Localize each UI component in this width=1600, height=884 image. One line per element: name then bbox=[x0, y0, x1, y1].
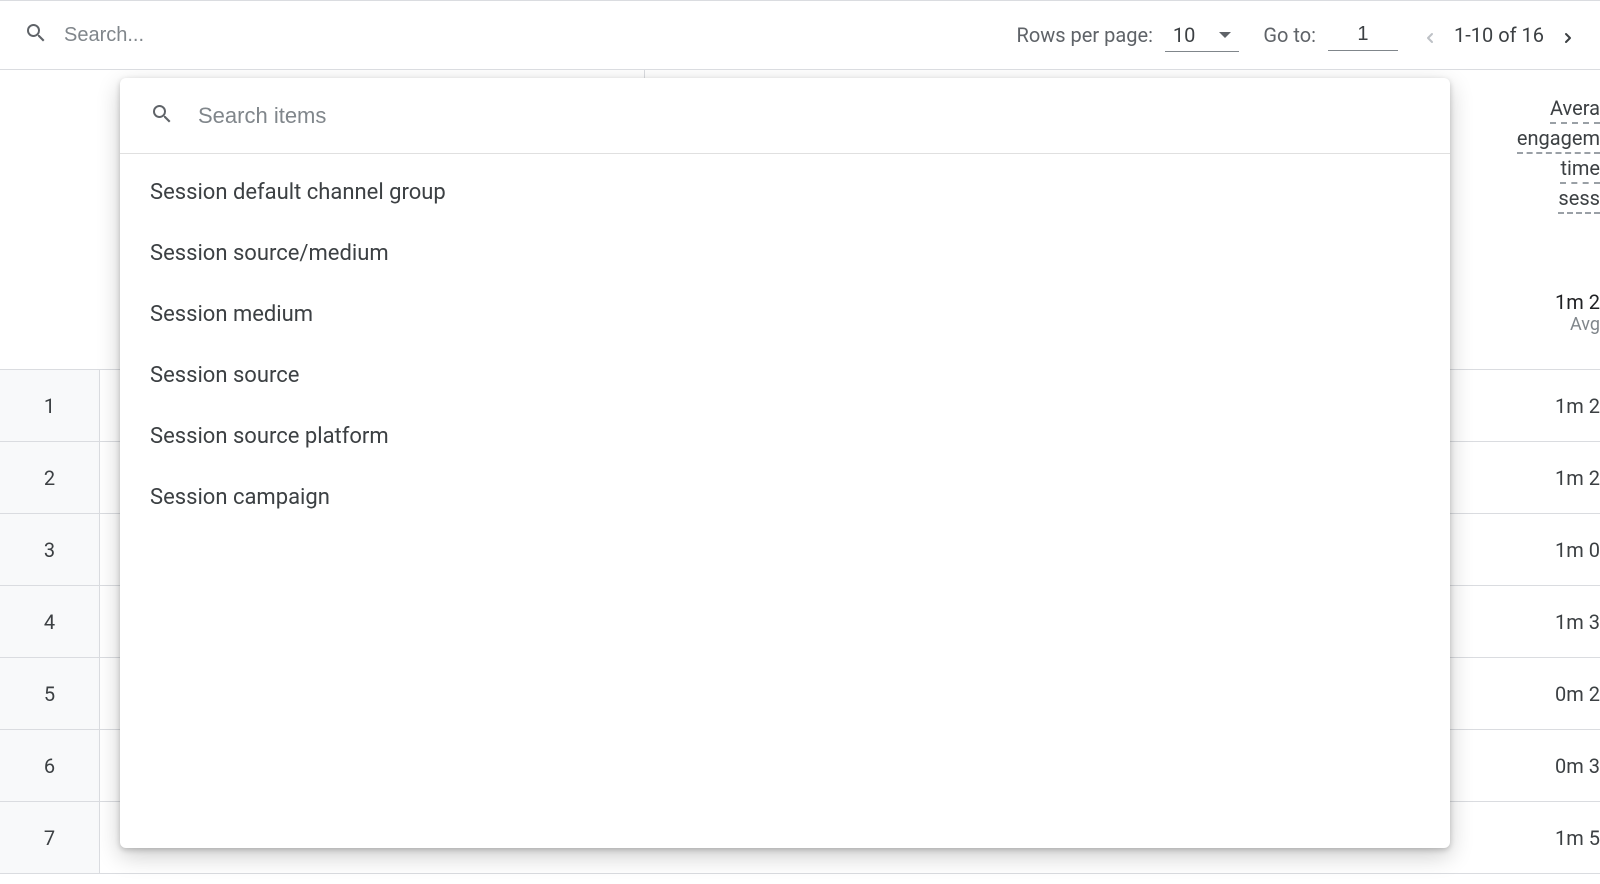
pager: 1-10 of 16 bbox=[1422, 23, 1576, 47]
dimension-dropdown-popup: Session default channel group Session so… bbox=[120, 78, 1450, 848]
content-area: Avera engagem time sess 1m 2 Avg 1 1m 2 … bbox=[0, 70, 1600, 884]
toolbar-right: Rows per page: 10 Go to: 1-10 of 16 bbox=[1017, 19, 1577, 52]
popup-search-input[interactable] bbox=[198, 103, 1420, 129]
row-index: 5 bbox=[0, 658, 100, 729]
row-value: 1m 2 bbox=[1555, 466, 1600, 490]
row-value: 1m 0 bbox=[1555, 538, 1600, 562]
header-line-2: engagem bbox=[1517, 124, 1600, 154]
summary-value: 1m 2 bbox=[1555, 290, 1600, 314]
popup-item-session-campaign[interactable]: Session campaign bbox=[120, 467, 1450, 528]
row-index: 3 bbox=[0, 514, 100, 585]
search-icon bbox=[24, 21, 48, 49]
rows-per-page-value: 10 bbox=[1173, 23, 1195, 47]
row-index: 4 bbox=[0, 586, 100, 657]
row-value: 1m 3 bbox=[1555, 610, 1600, 634]
popup-item-session-source-medium[interactable]: Session source/medium bbox=[120, 223, 1450, 284]
column-header-avg-engagement: Avera engagem time sess bbox=[1517, 94, 1600, 214]
row-value: 0m 3 bbox=[1555, 754, 1600, 778]
popup-item-session-medium[interactable]: Session medium bbox=[120, 284, 1450, 345]
popup-item-session-default-channel-group[interactable]: Session default channel group bbox=[120, 162, 1450, 223]
dropdown-arrow-icon bbox=[1219, 32, 1231, 38]
search-wrap bbox=[24, 21, 1017, 49]
goto-input[interactable] bbox=[1328, 19, 1398, 51]
summary-stat: 1m 2 Avg bbox=[1555, 290, 1600, 335]
goto-wrap: Go to: bbox=[1263, 19, 1398, 51]
row-index: 2 bbox=[0, 442, 100, 513]
search-icon bbox=[150, 102, 174, 130]
header-line-4: sess bbox=[1558, 184, 1600, 214]
row-value: 1m 5 bbox=[1555, 826, 1600, 850]
row-index: 6 bbox=[0, 730, 100, 801]
rows-per-page-label: Rows per page: bbox=[1017, 23, 1153, 47]
popup-list: Session default channel group Session so… bbox=[120, 154, 1450, 536]
rows-per-page: Rows per page: 10 bbox=[1017, 19, 1240, 52]
rows-per-page-select[interactable]: 10 bbox=[1165, 19, 1239, 52]
popup-item-session-source[interactable]: Session source bbox=[120, 345, 1450, 406]
header-line-1: Avera bbox=[1550, 94, 1600, 124]
row-index: 7 bbox=[0, 802, 100, 873]
search-input[interactable] bbox=[64, 24, 1017, 47]
header-line-3: time bbox=[1560, 154, 1600, 184]
pager-range: 1-10 of 16 bbox=[1454, 23, 1544, 47]
row-value: 0m 2 bbox=[1555, 682, 1600, 706]
row-value: 1m 2 bbox=[1555, 394, 1600, 418]
popup-search-bar bbox=[120, 78, 1450, 154]
chevron-right-icon[interactable] bbox=[1560, 27, 1576, 43]
toolbar: Rows per page: 10 Go to: 1-10 of 16 bbox=[0, 0, 1600, 70]
goto-label: Go to: bbox=[1263, 23, 1316, 47]
row-index: 1 bbox=[0, 370, 100, 441]
chevron-left-icon[interactable] bbox=[1422, 27, 1438, 43]
summary-label: Avg bbox=[1555, 314, 1600, 335]
popup-item-session-source-platform[interactable]: Session source platform bbox=[120, 406, 1450, 467]
